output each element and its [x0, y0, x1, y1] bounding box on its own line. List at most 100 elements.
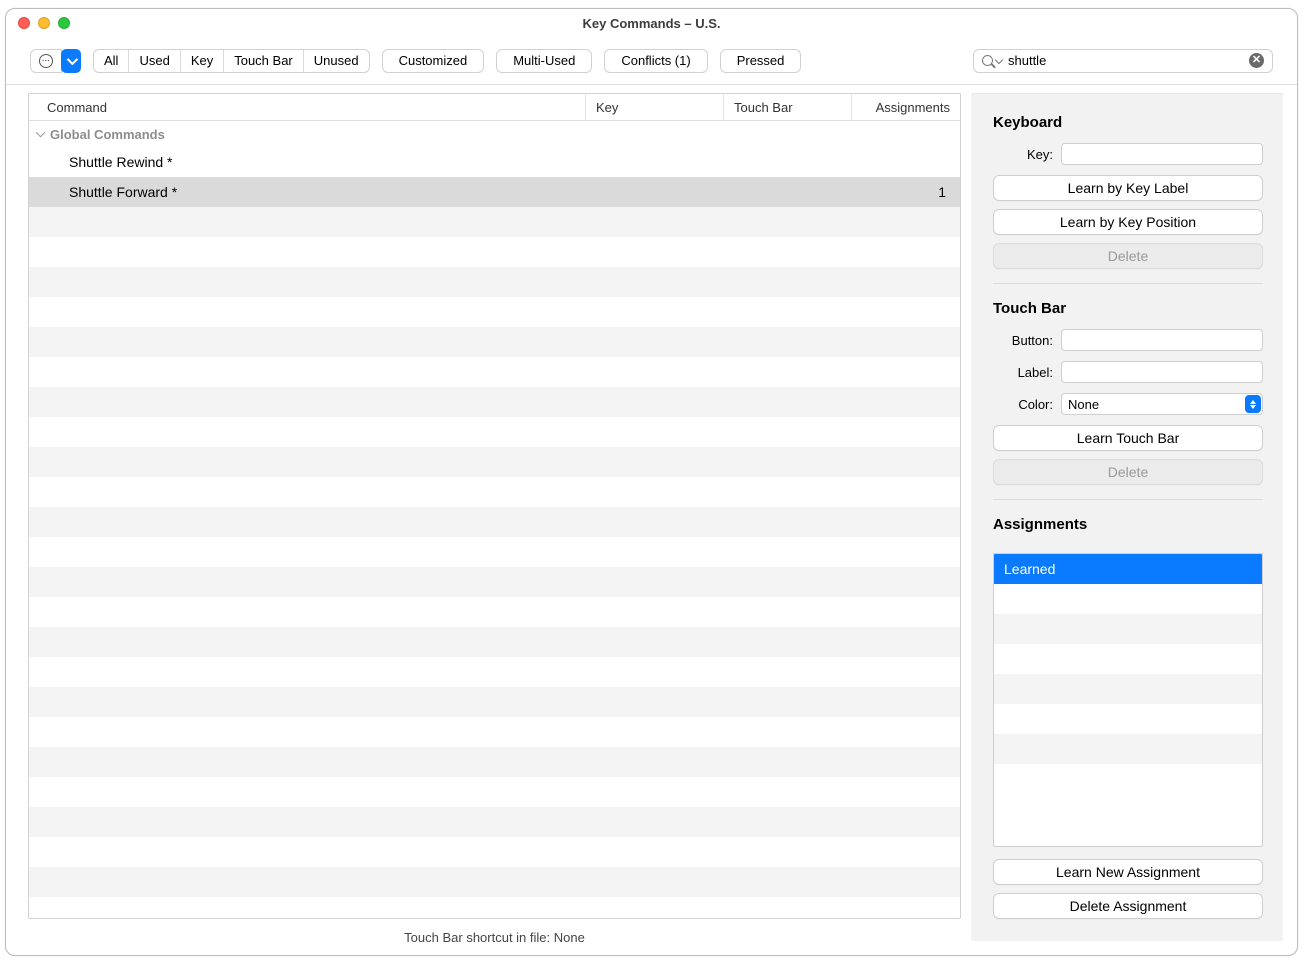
empty-row [29, 267, 960, 297]
filter-key[interactable]: Key [181, 50, 224, 72]
assignments-list[interactable]: Learned [993, 553, 1263, 847]
button-field-row: Button: [993, 329, 1263, 351]
empty-row [29, 297, 960, 327]
disclosure-triangle-icon[interactable] [36, 128, 46, 138]
empty-row [29, 567, 960, 597]
table-row[interactable]: Shuttle Forward * 1 [29, 177, 960, 207]
search-scope-chevron-icon[interactable] [995, 55, 1003, 63]
key-input[interactable] [1061, 143, 1263, 165]
titlebar: Key Commands – U.S. [6, 9, 1297, 37]
empty-row [29, 387, 960, 417]
empty-row [29, 897, 960, 918]
empty-row [994, 614, 1262, 644]
clear-search-button[interactable]: ✕ [1249, 53, 1264, 68]
divider [993, 283, 1263, 284]
options-menu-dropdown[interactable] [61, 49, 81, 73]
empty-row [29, 327, 960, 357]
col-header-assignments[interactable]: Assignments [852, 94, 960, 120]
learn-by-key-label-button[interactable]: Learn by Key Label [993, 175, 1263, 201]
delete-keyboard-button: Delete [993, 243, 1263, 269]
filter-multi-used[interactable]: Multi-Used [496, 49, 592, 73]
table-header: Command Key Touch Bar Assignments [29, 94, 960, 121]
updown-icon [1245, 395, 1261, 413]
body: Command Key Touch Bar Assignments Global… [6, 85, 1297, 955]
toolbar: ⋯ All Used Key Touch Bar Unused Customiz… [6, 37, 1297, 85]
label-field-row: Label: [993, 361, 1263, 383]
col-header-touch-bar[interactable]: Touch Bar [724, 94, 852, 120]
empty-row [29, 597, 960, 627]
empty-row [994, 734, 1262, 764]
learn-by-key-position-button[interactable]: Learn by Key Position [993, 209, 1263, 235]
close-icon: ✕ [1252, 55, 1261, 66]
keyboard-section-title: Keyboard [993, 114, 1263, 131]
button-label: Button: [993, 333, 1053, 348]
label-label: Label: [993, 365, 1053, 380]
empty-row [29, 507, 960, 537]
empty-row [29, 537, 960, 567]
left-pane: Command Key Touch Bar Assignments Global… [6, 85, 961, 955]
filter-unused[interactable]: Unused [304, 50, 369, 72]
table-row[interactable]: Shuttle Rewind * [29, 147, 960, 177]
cell-command: Shuttle Rewind * [29, 154, 586, 170]
empty-row [29, 867, 960, 897]
filter-touch-bar[interactable]: Touch Bar [224, 50, 304, 72]
filter-group: All Used Key Touch Bar Unused [93, 49, 370, 73]
col-header-key[interactable]: Key [586, 94, 724, 120]
label-input[interactable] [1061, 361, 1263, 383]
empty-row [29, 687, 960, 717]
assignment-item[interactable]: Learned [994, 554, 1262, 584]
button-input[interactable] [1061, 329, 1263, 351]
commands-table: Command Key Touch Bar Assignments Global… [28, 93, 961, 919]
delete-touch-bar-button: Delete [993, 459, 1263, 485]
empty-row [29, 477, 960, 507]
search-input[interactable] [1008, 53, 1249, 68]
divider [993, 499, 1263, 500]
empty-row [29, 747, 960, 777]
empty-row [29, 717, 960, 747]
empty-row [29, 237, 960, 267]
search-icon [982, 55, 993, 66]
group-label: Global Commands [50, 127, 165, 142]
group-row[interactable]: Global Commands [29, 121, 960, 147]
statusbar: Touch Bar shortcut in file: None [28, 919, 961, 955]
filter-all[interactable]: All [94, 50, 129, 72]
empty-row [29, 207, 960, 237]
key-field-row: Key: [993, 143, 1263, 165]
inspector: Keyboard Key: Learn by Key Label Learn b… [971, 93, 1283, 941]
color-value: None [1068, 397, 1099, 412]
learn-touch-bar-button[interactable]: Learn Touch Bar [993, 425, 1263, 451]
cell-assignments: 1 [852, 184, 960, 200]
empty-row [29, 657, 960, 687]
touch-bar-section-title: Touch Bar [993, 300, 1263, 317]
empty-row [29, 837, 960, 867]
filter-pressed[interactable]: Pressed [720, 49, 802, 73]
filter-conflicts[interactable]: Conflicts (1) [604, 49, 707, 73]
color-label: Color: [993, 397, 1053, 412]
empty-row [29, 627, 960, 657]
col-header-command[interactable]: Command [29, 94, 586, 120]
empty-row [994, 674, 1262, 704]
window-title: Key Commands – U.S. [6, 16, 1297, 31]
color-select[interactable]: None [1061, 393, 1263, 415]
table-body[interactable]: Global Commands Shuttle Rewind * Shuttle F… [29, 121, 960, 918]
key-label: Key: [993, 147, 1053, 162]
empty-row [994, 704, 1262, 734]
assignments-section-title: Assignments [993, 516, 1263, 533]
filter-customized[interactable]: Customized [382, 49, 485, 73]
empty-row [29, 417, 960, 447]
empty-row [29, 777, 960, 807]
empty-row [29, 447, 960, 477]
cell-command: Shuttle Forward * [29, 184, 586, 200]
color-field-row: Color: None [993, 393, 1263, 415]
key-commands-window: Key Commands – U.S. ⋯ All Used Key Touch… [5, 8, 1298, 956]
options-menu-button[interactable]: ⋯ [31, 50, 61, 72]
empty-row [29, 807, 960, 837]
delete-assignment-button[interactable]: Delete Assignment [993, 893, 1263, 919]
ellipsis-icon: ⋯ [39, 54, 53, 68]
empty-row [994, 644, 1262, 674]
search-field[interactable]: ✕ [973, 49, 1273, 73]
filter-used[interactable]: Used [129, 50, 180, 72]
chevron-down-icon [67, 53, 78, 64]
empty-row [29, 357, 960, 387]
learn-new-assignment-button[interactable]: Learn New Assignment [993, 859, 1263, 885]
